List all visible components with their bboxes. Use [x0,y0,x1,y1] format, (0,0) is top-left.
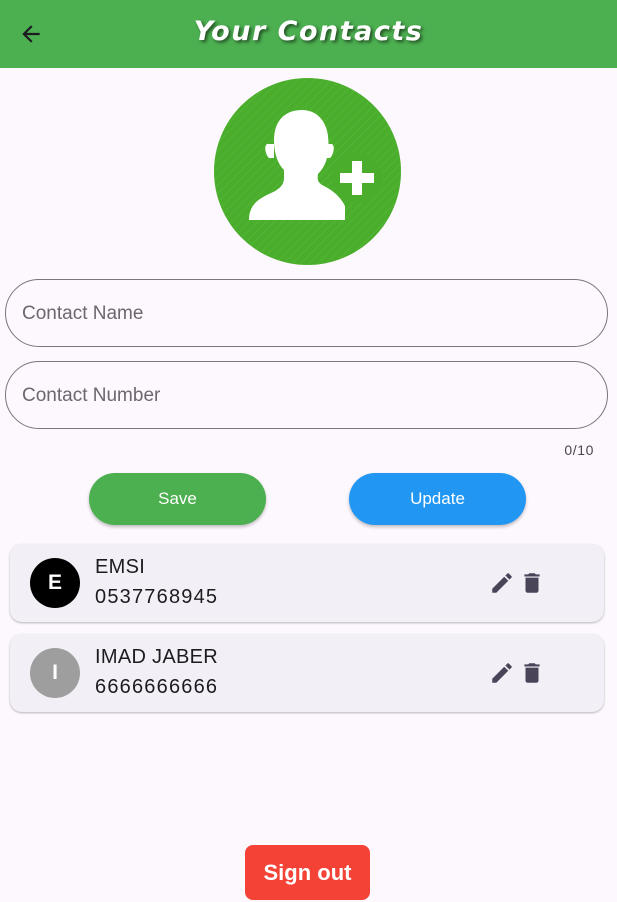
sign-out-button[interactable]: Sign out [245,845,370,900]
page-title: Your Contacts [193,16,424,47]
contact-name-field[interactable] [5,279,608,348]
contact-number-input[interactable] [20,362,594,430]
delete-button[interactable] [518,659,546,687]
contact-avatar: I [30,648,80,698]
add-contact-avatar[interactable] [214,78,401,265]
edit-button[interactable] [488,659,516,687]
add-person-icon [214,78,401,265]
contact-card: I IMAD JABER 6666666666 [10,634,604,712]
delete-button[interactable] [518,569,546,597]
app-bar: Your Contacts [0,0,617,68]
contact-number: 0537768945 [95,586,219,608]
character-counter: 0/10 [564,442,594,458]
contact-number-field[interactable] [5,361,608,430]
pencil-icon [492,663,512,683]
save-button[interactable]: Save [89,473,266,525]
edit-button[interactable] [488,569,516,597]
trash-icon [524,663,540,683]
contact-card: E EMSI 0537768945 [10,544,604,622]
trash-icon [524,573,540,593]
contact-number: 6666666666 [95,676,219,698]
contact-name: IMAD JABER [95,646,219,668]
update-button[interactable]: Update [349,473,526,525]
pencil-icon [492,573,512,593]
contact-name-input[interactable] [20,280,594,348]
contact-name: EMSI [95,556,146,578]
contact-avatar: E [30,558,80,608]
